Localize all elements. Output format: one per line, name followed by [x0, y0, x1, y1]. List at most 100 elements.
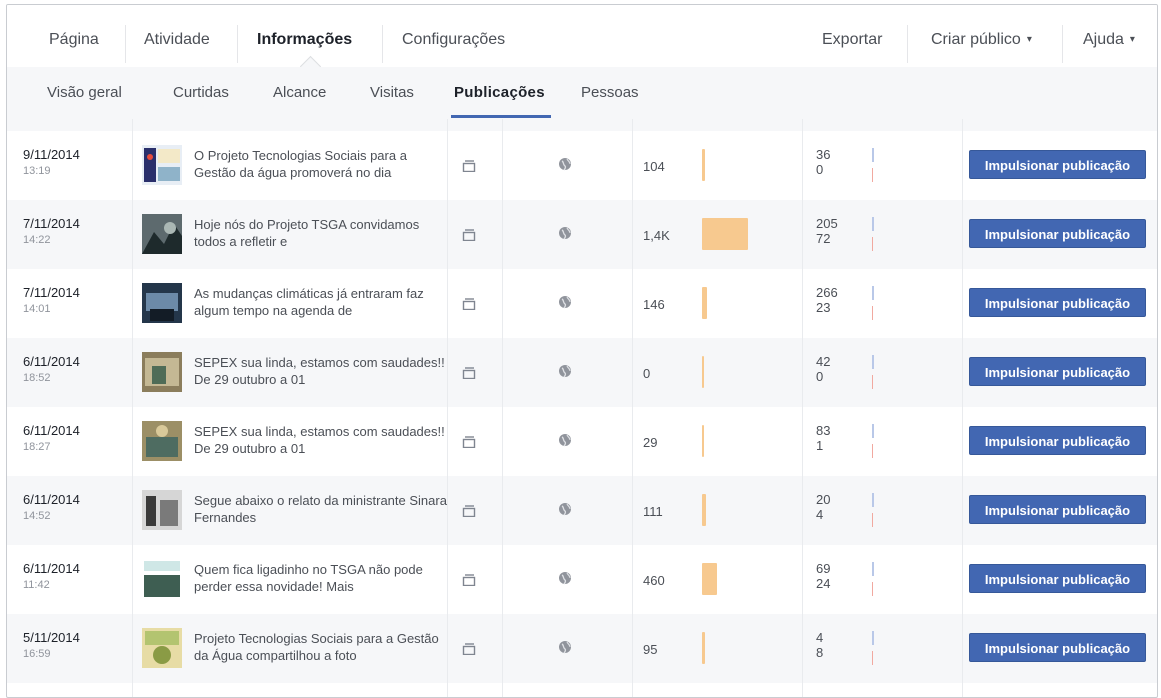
engagement-values: 36 0 [816, 147, 830, 177]
reach-value: 146 [643, 297, 665, 312]
post-date-text: 5/11/2014 [23, 630, 80, 645]
post-date: 7/11/2014 14:22 [23, 216, 80, 246]
post-date: 7/11/2014 14:01 [23, 285, 80, 315]
post-title-link[interactable]: Segue abaixo o relato da ministrante Sin… [194, 492, 449, 526]
engagement-reactions-bar [872, 168, 873, 182]
engagement-values: 83 1 [816, 423, 830, 453]
boost-post-button[interactable]: Impulsionar publicação [969, 564, 1146, 593]
export-button[interactable]: Exportar [822, 5, 882, 67]
post-title-link[interactable]: SEPEX sua linda, estamos com saudades!! … [194, 423, 449, 457]
nav-divider [1062, 25, 1063, 63]
engagement-reactions: 0 [816, 162, 824, 177]
tab-publicacoes[interactable]: Publicações [454, 67, 545, 119]
nav-configuracoes[interactable]: Configurações [402, 5, 505, 67]
globe-icon [558, 502, 572, 521]
tab-pessoas[interactable]: Pessoas [581, 67, 639, 119]
reach-bar [702, 632, 705, 664]
column-divider [802, 119, 803, 697]
engagement-clicks: 20 [816, 492, 831, 507]
engagement-reactions-bar [872, 651, 873, 665]
boost-post-button[interactable]: Impulsionar publicação [969, 357, 1146, 386]
reach-bar [702, 218, 748, 250]
reach-value: 111 [643, 504, 663, 519]
post-date-text: 7/11/2014 [23, 216, 80, 231]
table-row[interactable]: 6/11/2014 18:27 SEPEX sua linda, estamos c… [7, 407, 1157, 476]
posts-table: 9/11/2014 13:19 O Projeto Tecnologias Soci… [7, 119, 1157, 697]
post-date: 6/11/2014 18:52 [23, 354, 80, 384]
post-thumbnail[interactable] [142, 352, 182, 392]
engagement-clicks-bar [872, 217, 874, 231]
post-title-link[interactable]: Projeto Tecnologias Sociais para a Gestã… [194, 630, 449, 664]
column-divider [502, 119, 503, 697]
post-time: 14:52 [23, 510, 51, 522]
globe-icon [558, 364, 572, 383]
globe-icon [558, 295, 572, 314]
tab-curtidas[interactable]: Curtidas [173, 67, 229, 119]
post-title-link[interactable]: Hoje nós do Projeto TSGA convidamos todo… [194, 216, 449, 250]
post-thumbnail[interactable] [142, 490, 182, 530]
engagement-clicks: 69 [816, 561, 831, 576]
post-title-link[interactable]: As mudanças climáticas já entraram faz a… [194, 285, 449, 319]
post-icon [462, 366, 476, 384]
reach-bar [702, 563, 717, 595]
boost-post-button[interactable]: Impulsionar publicação [969, 150, 1146, 179]
column-divider [632, 119, 633, 697]
previous-row-remnant [7, 119, 1157, 131]
table-row[interactable]: 5/11/2014 16:59 Projeto Tecnologias Sociai… [7, 614, 1157, 683]
post-icon [462, 504, 476, 522]
boost-post-button[interactable]: Impulsionar publicação [969, 633, 1146, 662]
tab-alcance[interactable]: Alcance [273, 67, 326, 119]
nav-divider [382, 25, 383, 63]
engagement-clicks: 266 [816, 285, 838, 300]
post-title-link[interactable]: O Projeto Tecnologias Sociais para a Ges… [194, 147, 449, 181]
boost-post-button[interactable]: Impulsionar publicação [969, 495, 1146, 524]
tab-visitas[interactable]: Visitas [370, 67, 414, 119]
engagement-reactions: 8 [816, 645, 824, 660]
engagement-reactions-bar [872, 375, 873, 389]
reach-value: 460 [643, 573, 665, 588]
post-date-text: 7/11/2014 [23, 285, 80, 300]
create-audience-menu[interactable]: Criar público ▾ [931, 5, 1032, 67]
post-time: 18:52 [23, 372, 51, 384]
tab-visao-geral[interactable]: Visão geral [47, 67, 122, 119]
table-row[interactable]: 6/11/2014 18:52 SEPEX sua linda, estamos c… [7, 338, 1157, 407]
table-row[interactable]: 7/11/2014 14:22 Hoje nós do Projeto TSGA c… [7, 200, 1157, 269]
engagement-clicks: 36 [816, 147, 831, 162]
engagement-clicks: 42 [816, 354, 831, 369]
post-thumbnail[interactable] [142, 628, 182, 668]
reach-bar [702, 494, 706, 526]
table-row[interactable]: 9/11/2014 13:19 O Projeto Tecnologias Soci… [7, 131, 1157, 200]
post-title-link[interactable]: SEPEX sua linda, estamos com saudades!! … [194, 354, 449, 388]
engagement-clicks-bar [872, 562, 874, 576]
reach-bar [702, 425, 704, 457]
post-icon [462, 435, 476, 453]
post-date-text: 6/11/2014 [23, 423, 80, 438]
post-title-link[interactable]: Quem fica ligadinho no TSGA não pode per… [194, 561, 449, 595]
nav-pagina[interactable]: Página [49, 5, 99, 67]
table-row[interactable]: 6/11/2014 14:52 Segue abaixo o relato da m… [7, 476, 1157, 545]
engagement-reactions: 24 [816, 576, 831, 591]
nav-divider [237, 25, 238, 63]
boost-post-button[interactable]: Impulsionar publicação [969, 219, 1146, 248]
boost-post-button[interactable]: Impulsionar publicação [969, 288, 1146, 317]
post-thumbnail[interactable] [142, 283, 182, 323]
engagement-reactions: 1 [816, 438, 824, 453]
table-row[interactable]: 7/11/2014 14:01 As mudanças climáticas já … [7, 269, 1157, 338]
post-date: 5/11/2014 16:59 [23, 630, 80, 660]
boost-post-button[interactable]: Impulsionar publicação [969, 426, 1146, 455]
globe-icon [558, 226, 572, 245]
post-time: 14:22 [23, 234, 51, 246]
post-date-text: 6/11/2014 [23, 492, 80, 507]
table-row[interactable]: 6/11/2014 11:42 Quem fica ligadinho no TSG… [7, 545, 1157, 614]
post-thumbnail[interactable] [142, 421, 182, 461]
post-thumbnail[interactable] [142, 145, 182, 185]
post-thumbnail[interactable] [142, 214, 182, 254]
column-divider [962, 119, 963, 697]
engagement-clicks-bar [872, 355, 874, 369]
chevron-down-icon: ▾ [1026, 34, 1032, 45]
nav-informacoes[interactable]: Informações [257, 5, 352, 67]
post-thumbnail[interactable] [142, 559, 182, 599]
help-menu[interactable]: Ajuda ▾ [1083, 5, 1135, 67]
nav-atividade[interactable]: Atividade [144, 5, 210, 67]
engagement-reactions-bar [872, 237, 873, 251]
